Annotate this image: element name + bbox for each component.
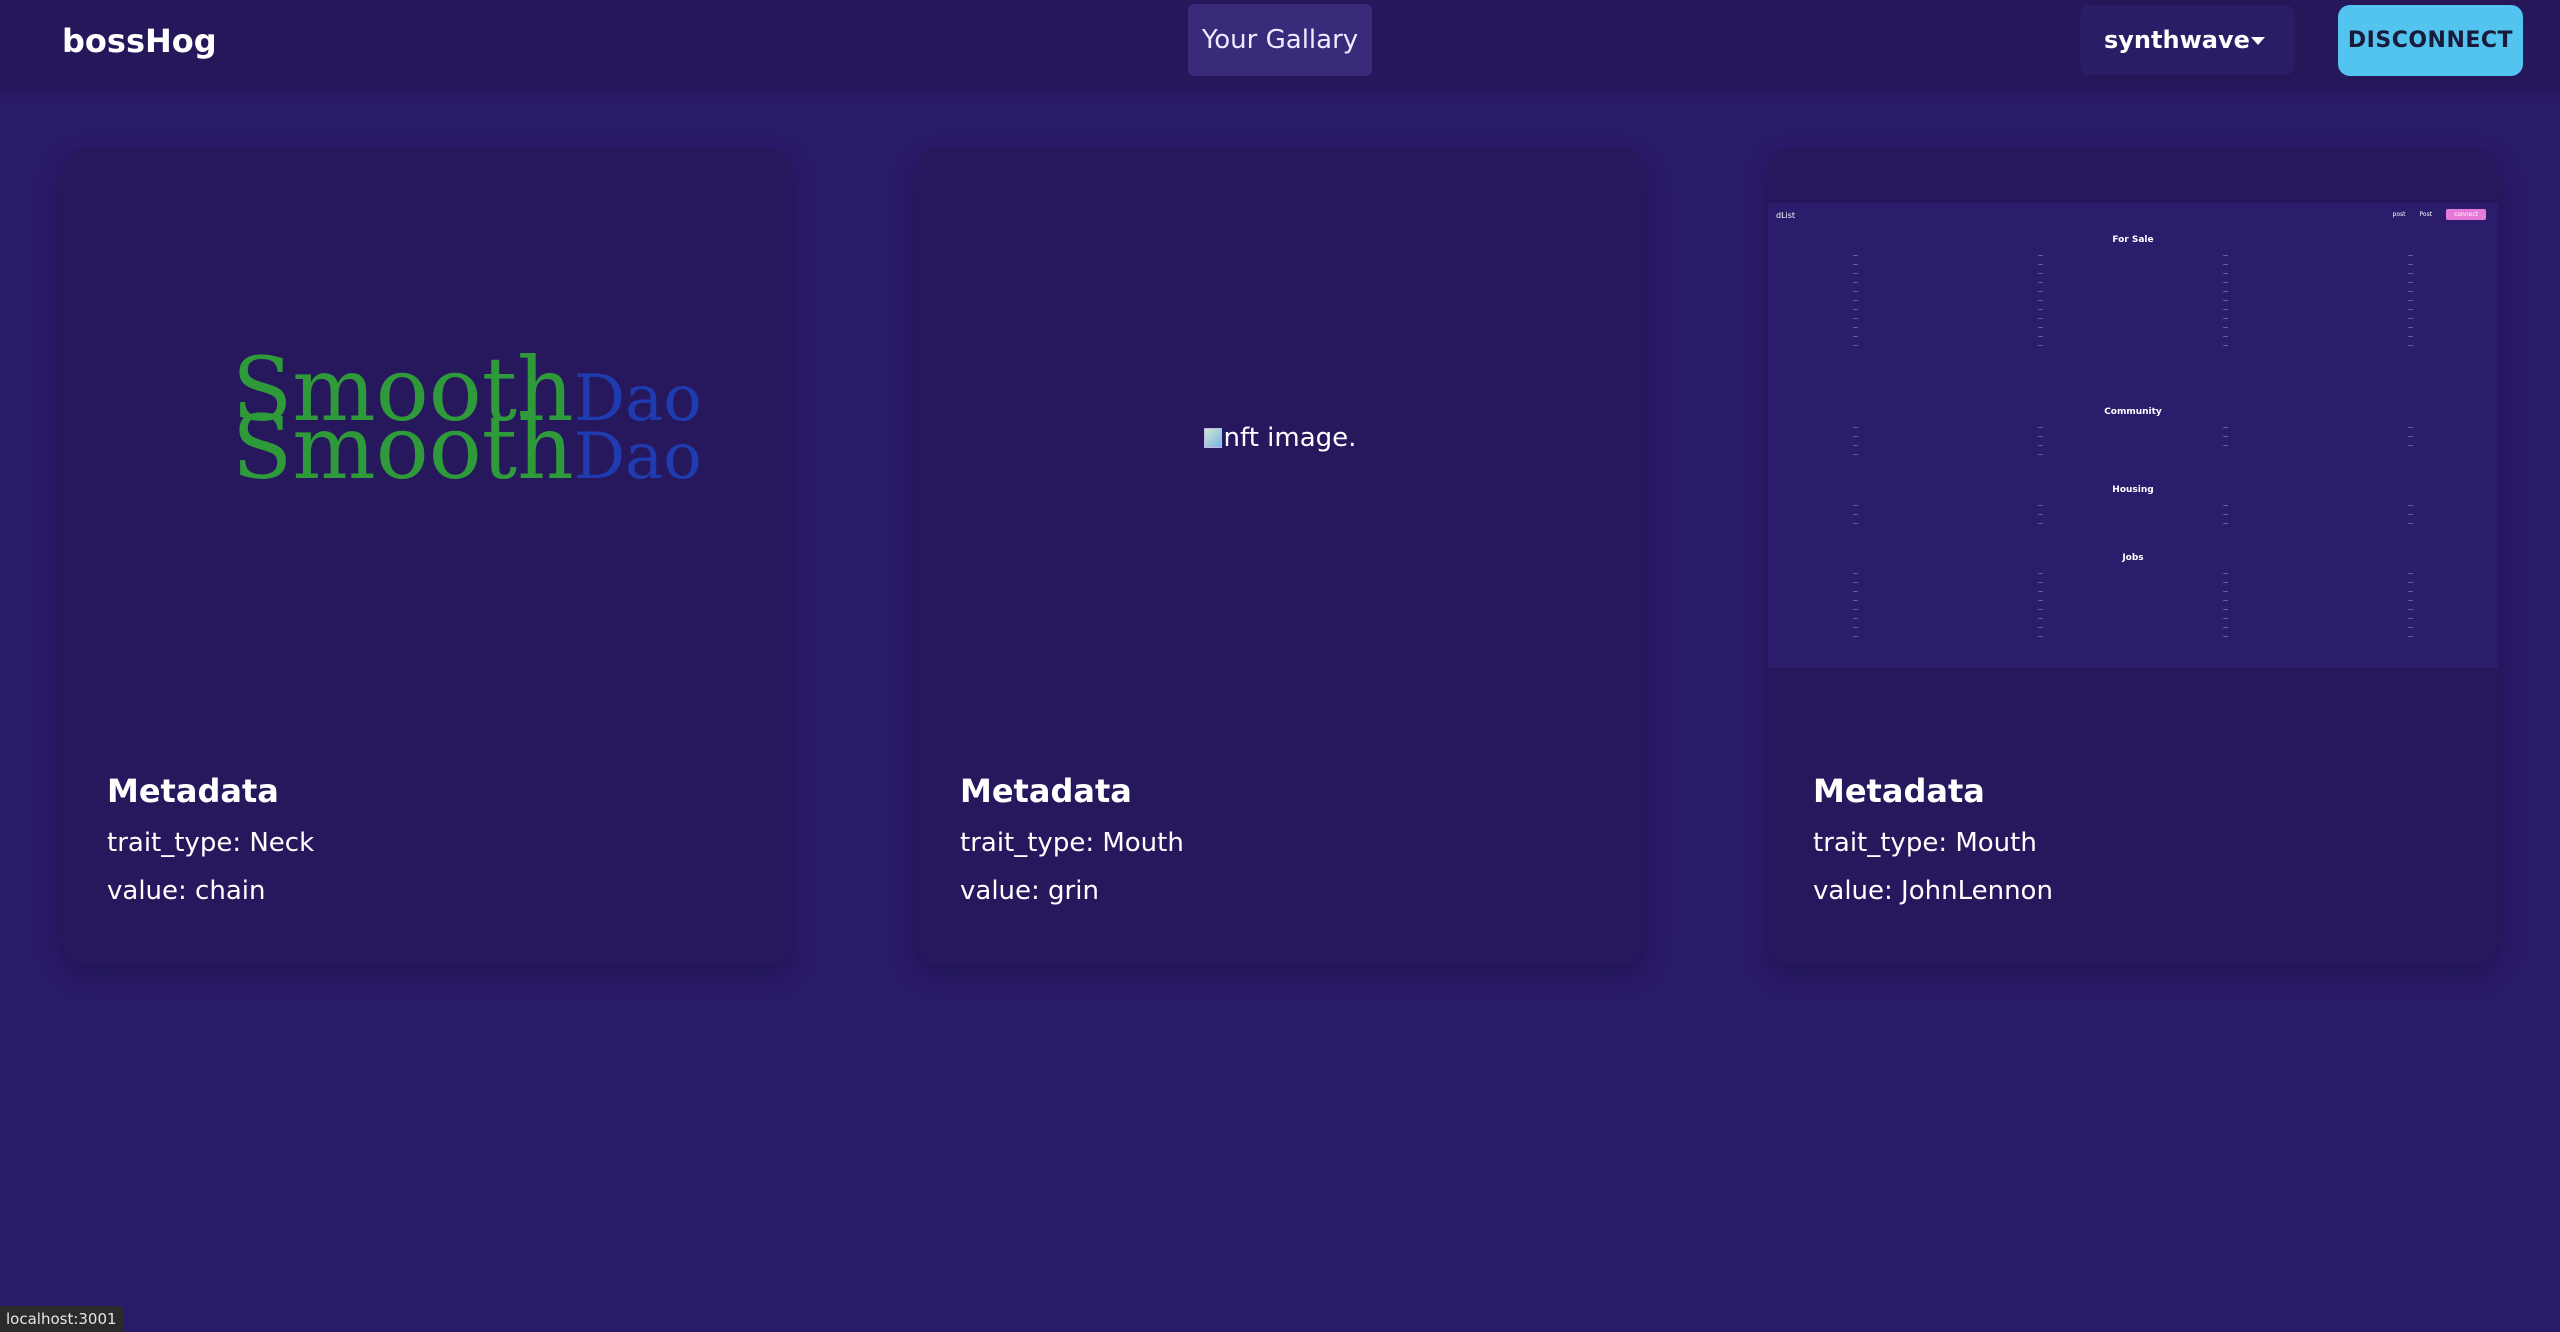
caret-down-icon <box>2251 37 2265 45</box>
thumb-jobs-heading: Jobs <box>2122 553 2144 563</box>
brand-logo[interactable]: bossHog <box>62 22 217 60</box>
theme-select[interactable]: synthwave <box>2080 5 2295 75</box>
nft-card: dList post Post connect For Sale — — — — — —… <box>1768 148 2498 964</box>
metadata-title: Metadata <box>960 772 1132 810</box>
metadata-trait: trait_type: Neck <box>107 828 315 858</box>
nft-card: SmoothDao SmoothDao Metadata trait_type:… <box>62 148 792 964</box>
thumb-nav: post Post connect <box>2393 209 2486 220</box>
metadata-title: Metadata <box>1813 772 1985 810</box>
image-alt-text: nft image. <box>1223 423 1357 453</box>
metadata-title: Metadata <box>107 772 279 810</box>
nft-card: nft image. Metadata trait_type: Mouth va… <box>915 148 1645 964</box>
disconnect-button[interactable]: DISCONNECT <box>2338 5 2523 76</box>
your-gallery-button[interactable]: Your Gallary <box>1188 4 1372 76</box>
thumb-housing-heading: Housing <box>2112 485 2154 495</box>
nft-image: SmoothDao SmoothDao <box>62 148 792 868</box>
nft-image: nft image. <box>915 148 1645 728</box>
broken-image-icon <box>1203 428 1222 448</box>
nft-image-screenshot: dList post Post connect For Sale — — — — — —… <box>1768 203 2498 668</box>
metadata-value: value: JohnLennon <box>1813 876 2053 906</box>
smoothdao-logo: SmoothDao SmoothDao <box>232 338 702 499</box>
thumb-for-sale-grid: — — — — — — — — — — — — — — — — — — — — — — — — — — — — — — — — … <box>1853 253 2413 349</box>
thumb-community-grid: — — — — — — — — — — — — — — <box>1853 425 2413 458</box>
navbar: bossHog Your Gallary synthwave DISCONNEC… <box>0 0 2560 88</box>
theme-select-value: synthwave <box>2104 26 2250 54</box>
metadata-trait: trait_type: Mouth <box>1813 828 2037 858</box>
thumb-brand: dList <box>1776 211 1796 220</box>
browser-status-url: localhost:3001 <box>0 1306 123 1332</box>
thumb-jobs-grid: — — — — — — — — — — — — — — — — — — — — — — — — — — — — — — — — <box>1853 571 2413 640</box>
thumb-housing-grid: — — — — — — — — — — — — <box>1853 503 2413 527</box>
metadata-value: value: grin <box>960 876 1099 906</box>
metadata-trait: trait_type: Mouth <box>960 828 1184 858</box>
metadata-value: value: chain <box>107 876 266 906</box>
thumb-community-heading: Community <box>2104 407 2162 417</box>
broken-image: nft image. <box>1203 423 1357 453</box>
thumb-for-sale-heading: For Sale <box>2112 235 2154 245</box>
